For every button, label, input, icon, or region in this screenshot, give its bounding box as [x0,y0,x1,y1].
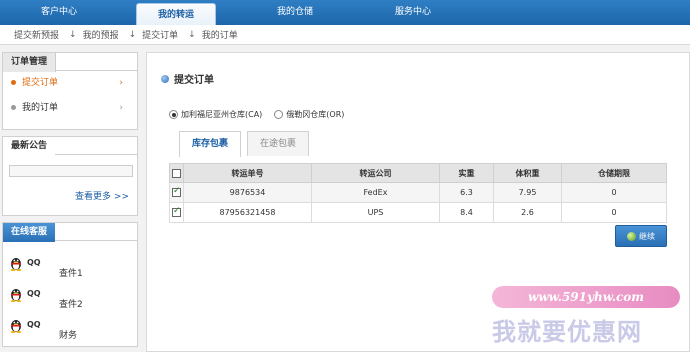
sidebar-item-my-orders[interactable]: 我的订单 › [3,96,137,121]
col-storage-term: 仓储期限 [561,163,667,183]
cell-carrier: FedEx [311,182,440,203]
subnav-link-submit-order[interactable]: 提交订单 [142,28,178,41]
row-select-cell[interactable] [169,202,184,223]
notice-scroller[interactable] [9,165,133,177]
continue-label: 继续 [639,231,655,241]
sidebar-item-label: 我的订单 [22,103,59,113]
qq-label: QQ [27,320,41,329]
service-item[interactable]: QQ 财务 [3,315,137,346]
cell-actual-weight: 6.3 [439,182,494,203]
qq-penguin-icon [10,320,22,333]
order-management-title: 订单管理 [3,53,57,72]
qq-penguin-icon [10,258,22,271]
subnav-link-my-orders[interactable]: 我的订单 [202,28,238,41]
col-actual-weight: 实重 [439,163,494,183]
table-row: 87956321458 UPS 8.4 2.6 0 [169,202,667,223]
bullet-icon [11,105,16,110]
service-name: 财务 [59,331,78,341]
radio-label[interactable]: 加利福尼亚州仓库(CA) [181,109,262,120]
continue-icon [627,231,636,241]
service-item[interactable]: QQ 查件2 [3,284,137,315]
cell-tracking-no: 87956321458 [183,202,312,223]
cell-carrier: UPS [311,202,440,223]
row-select-cell[interactable] [169,182,184,203]
cell-storage-term: 0 [561,182,667,203]
chevron-right-icon: › [119,103,123,113]
subnav-link-my-forecast[interactable]: 我的预报 [83,28,119,41]
sub-nav: 提交新预报 ↓ 我的预报 ↓ 提交订单 ↓ 我的订单 [0,25,690,45]
qq-label: QQ [27,258,41,267]
tab-in-transit-packages[interactable]: 在途包裹 [247,131,310,156]
service-item[interactable]: QQ 查件1 [3,253,137,284]
bullet-icon [11,80,16,85]
tab-stock-packages[interactable]: 库存包裹 [179,131,242,157]
title-bullet-icon [161,74,169,83]
cell-volume-weight: 2.6 [493,202,562,223]
warehouse-radio-group: 加利福尼亚州仓库(CA) 俄勒冈仓库(OR) [169,109,356,120]
sidebar-item-submit-order[interactable]: 提交订单 › [3,71,137,96]
qq-label: QQ [27,289,41,298]
radio-or-warehouse[interactable] [274,110,284,119]
page-title: 提交订单 [161,71,214,86]
watermark-text: 我就要优惠网 [492,318,642,346]
top-nav: 客户中心 我的转运 我的仓储 服务中心 [0,0,690,31]
continue-button[interactable]: 继续 [615,225,667,247]
row-checkbox[interactable] [172,186,181,197]
order-management-box: 订单管理 提交订单 › 我的订单 › [2,52,138,130]
table-row: 9876534 FedEx 6.3 7.95 0 [169,182,667,203]
col-tracking-no: 转运单号 [183,163,312,183]
select-all-checkbox[interactable] [172,168,181,178]
radio-ca-warehouse[interactable] [169,110,178,119]
col-carrier: 转运公司 [311,163,440,183]
subnav-link-new-forecast[interactable]: 提交新预报 [14,28,59,41]
table-header-row: 转运单号 转运公司 实重 体积重 仓储期限 [169,163,667,183]
service-name: 查件2 [59,300,83,310]
cell-volume-weight: 7.95 [493,182,562,203]
online-service-title: 在线客服 [3,223,56,242]
sidebar-item-label: 提交订单 [22,78,59,88]
cell-storage-term: 0 [561,202,667,223]
arrow-down-icon: ↓ [69,29,77,40]
notice-title: 最新公告 [3,137,56,156]
chevron-right-icon: › [119,78,123,88]
cell-actual-weight: 8.4 [439,202,494,223]
cell-tracking-no: 9876534 [183,182,312,203]
radio-label[interactable]: 俄勒冈仓库(OR) [286,109,344,120]
tab-my-storage[interactable]: 我的仓储 [236,0,354,25]
view-more-link[interactable]: 查看更多 >> [75,189,129,202]
row-checkbox[interactable] [172,206,181,217]
arrow-down-icon: ↓ [128,29,137,40]
packages-table: 转运单号 转运公司 实重 体积重 仓储期限 9876534 FedEx 6.3 … [169,163,667,223]
tab-service-center[interactable]: 服务中心 [354,0,472,25]
package-tabs: 库存包裹 在途包裹 [179,131,315,157]
notice-box: 最新公告 查看更多 >> [2,136,138,216]
online-service-box: 在线客服 QQ 查件1 QQ 查件2 QQ 财务 [2,222,138,347]
qq-penguin-icon [10,289,22,302]
tab-customer-center[interactable]: 客户中心 [0,0,118,25]
service-name: 查件1 [59,269,83,279]
col-volume-weight: 体积重 [493,163,562,183]
page-title-text: 提交订单 [174,75,214,86]
sidebar: 订单管理 提交订单 › 我的订单 › 最新公告 查看更多 >> 在线客服 QQ … [0,52,140,352]
watermark-url: www.591yhw.com [492,286,680,308]
arrow-down-icon: ↓ [188,29,196,40]
select-all-cell[interactable] [169,163,184,183]
